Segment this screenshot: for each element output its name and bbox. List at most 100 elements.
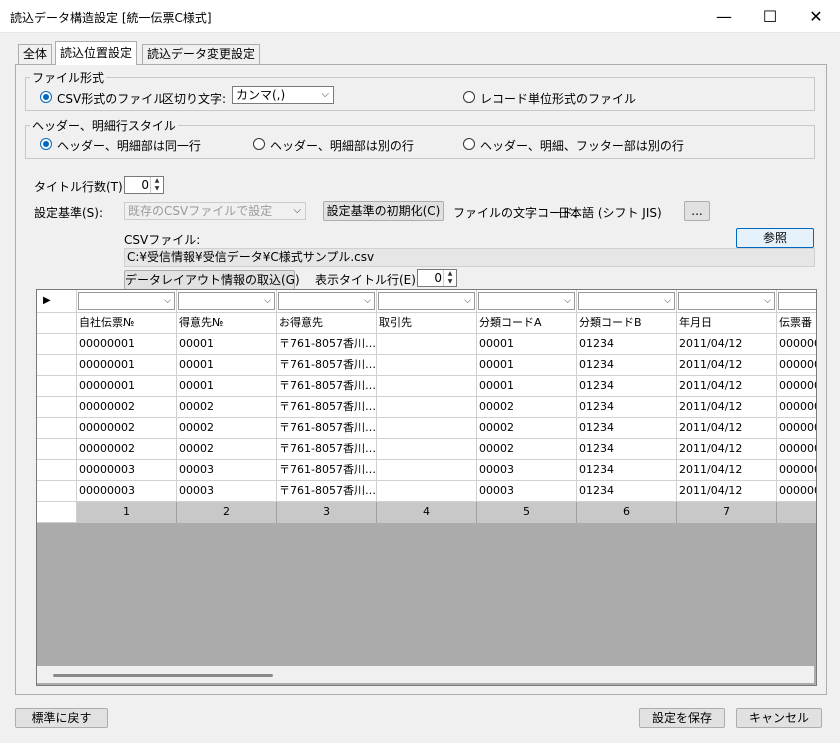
- style-footer-row-radio[interactable]: [463, 138, 475, 150]
- column-header[interactable]: 分類コードB: [577, 313, 677, 334]
- init-basis-button[interactable]: 設定基準の初期化(C): [323, 201, 444, 221]
- grid-cell[interactable]: 〒761-8057香川…: [277, 439, 377, 460]
- style-separate-row-radio[interactable]: [253, 138, 265, 150]
- title-rows-stepper[interactable]: 0 ▲ ▼: [124, 176, 164, 194]
- grid-cell[interactable]: 〒761-8057香川…: [277, 355, 377, 376]
- tab-data-change[interactable]: 読込データ変更設定: [142, 44, 261, 65]
- column-header[interactable]: 年月日: [677, 313, 777, 334]
- tab-general[interactable]: 全体: [18, 44, 53, 65]
- grid-cell[interactable]: 00002: [177, 439, 277, 460]
- grid-cell[interactable]: 00000002: [77, 397, 177, 418]
- grid-cell[interactable]: 00003: [477, 481, 577, 502]
- grid-cell[interactable]: 01234: [577, 334, 677, 355]
- grid-cell[interactable]: 00002: [177, 418, 277, 439]
- grid-cell[interactable]: 00000003: [77, 481, 177, 502]
- tab-read-position[interactable]: 読込位置設定: [55, 41, 138, 65]
- grid-cell[interactable]: [377, 481, 477, 502]
- grid-cell[interactable]: 〒761-8057香川…: [277, 334, 377, 355]
- grid-cell[interactable]: 00001: [177, 355, 277, 376]
- grid-cell[interactable]: 01234: [577, 418, 677, 439]
- row-header[interactable]: [37, 334, 77, 355]
- column-filter-select[interactable]: ⌵: [678, 292, 775, 310]
- import-layout-button[interactable]: データレイアウト情報の取込(G): [124, 270, 300, 290]
- grid-cell[interactable]: 00000003: [77, 460, 177, 481]
- column-header[interactable]: 分類コードA: [477, 313, 577, 334]
- grid-cell[interactable]: [377, 397, 477, 418]
- charcode-more-button[interactable]: ...: [684, 201, 710, 221]
- setting-basis-select[interactable]: 既存のCSVファイルで設定 ⌵: [124, 202, 306, 220]
- grid-cell[interactable]: 2011/04/12: [677, 397, 777, 418]
- column-filter-select[interactable]: ⌵: [278, 292, 375, 310]
- grid-cell[interactable]: 00003: [177, 481, 277, 502]
- style-same-row-radio[interactable]: [40, 138, 52, 150]
- grid-cell[interactable]: 000000: [777, 481, 816, 502]
- grid-cell[interactable]: [377, 460, 477, 481]
- column-filter-select[interactable]: ⌵: [178, 292, 275, 310]
- grid-cell[interactable]: 2011/04/12: [677, 355, 777, 376]
- grid-cell[interactable]: 〒761-8057香川…: [277, 397, 377, 418]
- grid-cell[interactable]: 00002: [477, 439, 577, 460]
- column-filter-select[interactable]: ⌵: [78, 292, 175, 310]
- grid-cell[interactable]: 〒761-8057香川…: [277, 418, 377, 439]
- grid-cell[interactable]: 000000: [777, 355, 816, 376]
- row-header[interactable]: [37, 481, 77, 502]
- spin-arrows-icon[interactable]: ▲ ▼: [150, 177, 163, 193]
- scrollbar-thumb[interactable]: [53, 674, 273, 677]
- grid-cell[interactable]: 2011/04/12: [677, 481, 777, 502]
- browse-button[interactable]: 参照: [736, 228, 814, 248]
- grid-cell[interactable]: 2011/04/12: [677, 418, 777, 439]
- grid-cell[interactable]: 〒761-8057香川…: [277, 460, 377, 481]
- column-filter-select[interactable]: ⌵: [478, 292, 575, 310]
- reset-default-button[interactable]: 標準に戻す: [15, 708, 108, 728]
- grid-cell[interactable]: 00001: [177, 334, 277, 355]
- grid-cell[interactable]: 00001: [177, 376, 277, 397]
- grid-cell[interactable]: 00001: [477, 355, 577, 376]
- grid-cell[interactable]: [377, 376, 477, 397]
- grid-cell[interactable]: [377, 418, 477, 439]
- grid-cell[interactable]: 00002: [177, 397, 277, 418]
- spin-arrows-icon[interactable]: ▲ ▼: [443, 270, 456, 286]
- maximize-button[interactable]: ☐: [747, 0, 793, 32]
- column-header[interactable]: 得意先№: [177, 313, 277, 334]
- row-header[interactable]: [37, 313, 77, 334]
- row-header[interactable]: [37, 418, 77, 439]
- grid-cell[interactable]: 00000001: [77, 355, 177, 376]
- data-grid[interactable]: ▶ ⌵ ⌵ ⌵ ⌵ ⌵ ⌵ ⌵ ⌵ 自社伝票№得意先№お得意先取引先分類コードA分類コードB年月…: [36, 289, 817, 686]
- grid-cell[interactable]: 00002: [477, 397, 577, 418]
- close-button[interactable]: ✕: [793, 0, 839, 32]
- grid-cell[interactable]: 00000002: [77, 418, 177, 439]
- grid-cell[interactable]: 01234: [577, 460, 677, 481]
- grid-cell[interactable]: [377, 439, 477, 460]
- grid-cell[interactable]: 01234: [577, 481, 677, 502]
- row-header[interactable]: [37, 397, 77, 418]
- delimiter-select[interactable]: カンマ(,) ⌵: [232, 86, 334, 104]
- grid-cell[interactable]: 00001: [477, 376, 577, 397]
- grid-cell[interactable]: 000000: [777, 439, 816, 460]
- grid-cell[interactable]: 01234: [577, 397, 677, 418]
- grid-cell[interactable]: 2011/04/12: [677, 376, 777, 397]
- column-header[interactable]: 自社伝票№: [77, 313, 177, 334]
- grid-cell[interactable]: [377, 334, 477, 355]
- grid-cell[interactable]: 〒761-8057香川…: [277, 376, 377, 397]
- grid-cell[interactable]: 01234: [577, 355, 677, 376]
- grid-cell[interactable]: 00000001: [77, 376, 177, 397]
- csv-radio[interactable]: [40, 91, 52, 103]
- grid-cell[interactable]: 00000001: [77, 334, 177, 355]
- grid-cell[interactable]: 00000002: [77, 439, 177, 460]
- grid-cell[interactable]: 000000: [777, 334, 816, 355]
- row-header[interactable]: [37, 355, 77, 376]
- record-radio[interactable]: [463, 91, 475, 103]
- grid-cell[interactable]: 00002: [477, 418, 577, 439]
- grid-horizontal-scrollbar[interactable]: [37, 666, 814, 683]
- grid-cell[interactable]: 00001: [477, 334, 577, 355]
- grid-cell[interactable]: 000000: [777, 418, 816, 439]
- save-settings-button[interactable]: 設定を保存: [639, 708, 725, 728]
- column-filter-select[interactable]: ⌵: [778, 292, 816, 310]
- column-header[interactable]: お得意先: [277, 313, 377, 334]
- grid-cell[interactable]: 2011/04/12: [677, 460, 777, 481]
- grid-cell[interactable]: 〒761-8057香川…: [277, 481, 377, 502]
- grid-cell[interactable]: 2011/04/12: [677, 334, 777, 355]
- cancel-button[interactable]: キャンセル: [736, 708, 822, 728]
- column-header[interactable]: 伝票番: [777, 313, 816, 334]
- grid-cell[interactable]: 000000: [777, 460, 816, 481]
